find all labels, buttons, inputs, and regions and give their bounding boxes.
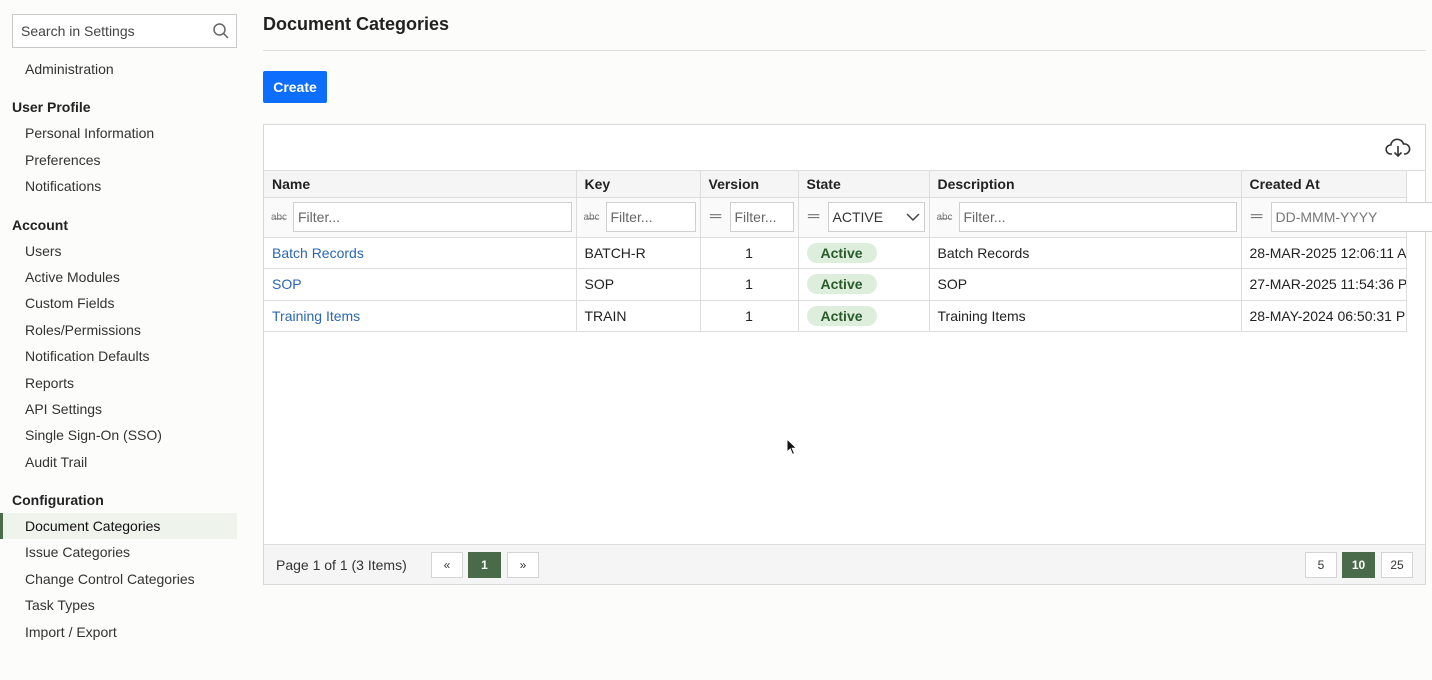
nav-item-reports[interactable]: Reports — [0, 370, 237, 396]
status-badge: Active — [806, 274, 877, 295]
page-size-10-button[interactable]: 10 — [1342, 552, 1375, 578]
document-categories-grid: Name Key Version State Description Creat… — [263, 124, 1432, 585]
column-header-description[interactable]: Description — [929, 171, 1242, 198]
nav-item-active-modules[interactable]: Active Modules — [0, 264, 237, 290]
equals-filter-icon[interactable]: ═ — [1248, 208, 1266, 226]
table-row[interactable]: Training Items TRAIN 1 Active Training I… — [264, 300, 1407, 332]
nav-item-api-settings[interactable]: API Settings — [0, 396, 237, 422]
date-filter-input[interactable] — [1271, 203, 1432, 231]
state-filter-value: ACTIVE — [832, 209, 884, 225]
cell-version: 1 — [700, 268, 799, 301]
description-filter-input[interactable] — [958, 202, 1237, 232]
filter-row: a̶b̶c a̶b̶c ═ ═ ACTIVE — [264, 197, 1432, 238]
pager-next-button[interactable]: » — [507, 552, 539, 578]
search-icon[interactable] — [212, 22, 230, 40]
cell-key: SOP — [576, 268, 701, 301]
cell-key: BATCH-R — [576, 237, 701, 269]
create-button[interactable]: Create — [263, 71, 327, 103]
nav-item-administration[interactable]: Administration — [0, 56, 237, 82]
cell-version: 1 — [700, 237, 799, 269]
cell-state: Active — [798, 237, 930, 269]
mouse-cursor-icon — [786, 438, 798, 456]
nav-item-issue-categories[interactable]: Issue Categories — [0, 539, 237, 565]
date-filter — [1270, 202, 1432, 232]
nav-item-custom-fields[interactable]: Custom Fields — [0, 290, 237, 316]
nav-item-task-types[interactable]: Task Types — [0, 592, 237, 618]
cell-version: 1 — [700, 300, 799, 332]
table-row[interactable]: Batch Records BATCH-R 1 Active Batch Rec… — [264, 237, 1407, 269]
pager-page-1-button[interactable]: 1 — [468, 552, 501, 578]
key-filter-input[interactable] — [605, 202, 696, 232]
cell-state: Active — [798, 300, 930, 332]
equals-filter-icon[interactable]: ═ — [707, 208, 725, 226]
filter-cell-created-at: ═ — [1241, 197, 1432, 238]
equals-filter-icon[interactable]: ═ — [805, 208, 823, 226]
nav-item-users[interactable]: Users — [0, 238, 237, 264]
cell-name: SOP — [264, 268, 577, 301]
status-badge: Active — [806, 242, 877, 263]
cell-created-at: 28-MAY-2024 06:50:31 PM — [1241, 300, 1407, 332]
column-header-created-at[interactable]: Created At — [1241, 171, 1407, 198]
nav-item-change-control-categories[interactable]: Change Control Categories — [0, 566, 237, 592]
grid-table: Name Key Version State Description Creat… — [264, 171, 1432, 332]
cell-name: Batch Records — [264, 237, 577, 269]
title-divider — [263, 50, 1426, 51]
column-header-state[interactable]: State — [798, 171, 930, 198]
cell-description: Training Items — [929, 300, 1242, 332]
cell-name: Training Items — [264, 300, 577, 332]
nav-item-document-categories[interactable]: Document Categories — [0, 513, 237, 540]
cell-description: SOP — [929, 268, 1242, 301]
nav-item-notifications[interactable]: Notifications — [0, 173, 237, 199]
nav-item-personal-information[interactable]: Personal Information — [0, 120, 237, 146]
nav-section-configuration: Configuration — [12, 492, 104, 509]
filter-cell-state: ═ ACTIVE — [798, 197, 930, 238]
chevron-down-icon — [905, 213, 920, 222]
grid-pager: Page 1 of 1 (3 Items) « 1 » 5 10 25 — [264, 544, 1425, 584]
filter-cell-key: a̶b̶c — [576, 197, 701, 238]
name-link[interactable]: Batch Records — [272, 245, 364, 261]
cell-description: Batch Records — [929, 237, 1242, 269]
cell-key: TRAIN — [576, 300, 701, 332]
name-link[interactable]: SOP — [272, 276, 302, 292]
text-filter-icon[interactable]: a̶b̶c — [583, 212, 601, 223]
cloud-download-icon[interactable] — [1385, 137, 1411, 159]
nav-section-account: Account — [12, 216, 68, 233]
status-badge: Active — [806, 305, 877, 326]
text-filter-icon[interactable]: a̶b̶c — [936, 212, 954, 223]
column-header-version[interactable]: Version — [700, 171, 799, 198]
nav-item-preferences[interactable]: Preferences — [0, 147, 237, 173]
name-link[interactable]: Training Items — [272, 308, 360, 324]
nav-item-roles-permissions[interactable]: Roles/Permissions — [0, 317, 237, 343]
nav-item-sso[interactable]: Single Sign-On (SSO) — [0, 422, 237, 448]
page-size-25-button[interactable]: 25 — [1381, 552, 1413, 578]
text-filter-icon[interactable]: a̶b̶c — [270, 212, 288, 223]
settings-search-input[interactable] — [13, 15, 203, 47]
nav-item-import-export[interactable]: Import / Export — [0, 619, 237, 645]
pager-info: Page 1 of 1 (3 Items) — [276, 557, 407, 573]
grid-toolbar — [264, 125, 1425, 171]
settings-sidebar: Administration User Profile Personal Inf… — [0, 0, 250, 680]
settings-nav: Administration User Profile Personal Inf… — [0, 56, 237, 645]
header-row: Name Key Version State Description Creat… — [264, 171, 1407, 198]
cell-state: Active — [798, 268, 930, 301]
nav-item-notification-defaults[interactable]: Notification Defaults — [0, 343, 237, 369]
state-filter-select[interactable]: ACTIVE — [827, 202, 925, 232]
nav-section-user-profile: User Profile — [12, 99, 91, 116]
version-filter-input[interactable] — [729, 202, 794, 232]
page-title: Document Categories — [263, 14, 450, 34]
nav-item-audit-trail[interactable]: Audit Trail — [0, 449, 237, 475]
table-row[interactable]: SOP SOP 1 Active SOP 27-MAR-2025 11:54:3… — [264, 268, 1407, 301]
name-filter-input[interactable] — [293, 202, 572, 232]
filter-cell-name: a̶b̶c — [264, 197, 577, 238]
column-header-name[interactable]: Name — [264, 171, 577, 198]
filter-cell-description: a̶b̶c — [929, 197, 1242, 238]
cell-created-at: 27-MAR-2025 11:54:36 PM — [1241, 268, 1407, 301]
filter-cell-version: ═ — [700, 197, 799, 238]
page-size-5-button[interactable]: 5 — [1305, 552, 1337, 578]
cell-created-at: 28-MAR-2025 12:06:11 AM — [1241, 237, 1407, 269]
settings-search-box — [12, 14, 237, 48]
pager-prev-button[interactable]: « — [431, 552, 463, 578]
column-header-key[interactable]: Key — [576, 171, 701, 198]
